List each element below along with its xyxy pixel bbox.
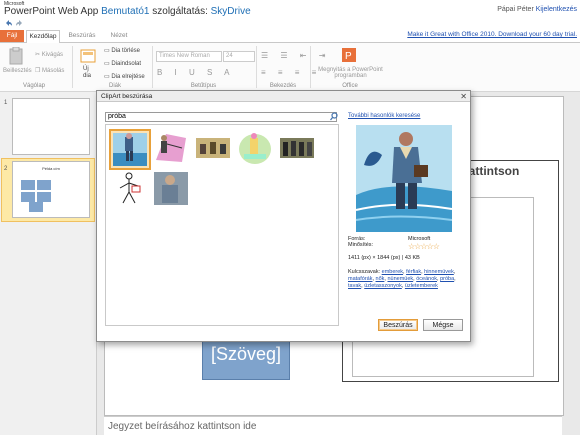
clipart-result-office-worker[interactable] [235, 129, 275, 168]
new-slide-icon[interactable] [80, 48, 96, 64]
signout-link[interactable]: Kijelentkezés [536, 6, 577, 13]
tab-insert[interactable]: Beszúrás [62, 30, 102, 42]
delete-slide-label: Dia törlése [111, 48, 141, 54]
hide-slide-label: Dia elrejtése [111, 74, 145, 80]
keyword-link[interactable]: emberek [382, 269, 403, 275]
rating-stars[interactable]: ☆☆☆☆☆ [408, 242, 440, 251]
copy-label: Másolás [42, 68, 65, 74]
paste-icon[interactable] [8, 47, 24, 65]
keyword-link[interactable]: nők [376, 276, 385, 282]
document-name[interactable]: Bemutató1 [101, 6, 149, 17]
ribbon-divider [256, 46, 257, 88]
new-slide-button[interactable]: Új dia [83, 66, 95, 80]
font-format-buttons[interactable]: B I U S A [157, 68, 234, 77]
office-group-label: Office [342, 83, 358, 89]
tab-home[interactable]: Kezdőlap [26, 30, 60, 43]
clipart-search-input[interactable] [105, 112, 337, 122]
clipboard-group-label: Vágólap [22, 83, 46, 89]
cut-button[interactable]: ✂ Kivágás [35, 51, 63, 58]
tab-file[interactable]: Fájl [0, 30, 24, 42]
clipart-result-group-photo[interactable] [277, 129, 317, 168]
cancel-button[interactable]: Mégse [423, 319, 463, 331]
thumbnail-shape [29, 202, 43, 212]
app-title: PowerPoint Web App Bemutató1 szolgáltatá… [4, 6, 251, 17]
font-name-field[interactable]: Times New Roman [156, 51, 222, 62]
clipart-dialog: ClipArt beszúrása ✕ További hasonlók ker… [96, 90, 471, 342]
keyword-link[interactable]: matafórák [348, 276, 372, 282]
dialog-title: ClipArt beszúrása [97, 91, 470, 102]
font-group-label: Betűtípus [190, 83, 217, 89]
paste-button[interactable]: Beillesztés [3, 68, 32, 74]
keyword-link[interactable]: férfiak [406, 269, 421, 275]
close-icon[interactable]: ✕ [460, 91, 467, 102]
image-size-info: 1411 (px) × 1844 (px) | 43 KB [348, 255, 420, 261]
insert-button[interactable]: Beszúrás [378, 319, 418, 331]
cut-label: Kivágás [41, 52, 64, 58]
keywords-label: Kulcsszavak: [348, 269, 381, 275]
thumbnail-shape [37, 192, 51, 202]
paragraph-group-label: Bekezdés [269, 83, 297, 89]
duplicate-slide-label: Diaindsolat [111, 61, 142, 67]
ribbon-divider [310, 46, 311, 88]
keyword-link[interactable]: nünemüek [387, 276, 413, 282]
keyword-link[interactable]: üzletemberek [405, 283, 438, 289]
thumbnail-shape [21, 192, 35, 202]
slide-thumbnail-2[interactable]: Példa cím [12, 161, 90, 218]
rating-label: Minősítés: [348, 242, 374, 248]
ribbon-divider [152, 46, 153, 88]
clipart-result-businessman-water[interactable] [109, 129, 151, 170]
font-size-field[interactable]: 24 [223, 51, 255, 62]
cut-icon: ✂ [35, 52, 42, 58]
title-bar: Microsoft PowerPoint Web App Bemutató1 s… [0, 0, 580, 18]
list-buttons[interactable]: ☰ ☰ ⇤ ⇥ [261, 51, 330, 60]
copy-button[interactable]: ❐ Másolás [35, 67, 64, 74]
service-prefix: szolgáltatás: [152, 6, 208, 17]
hide-slide-button[interactable]: ▭ Dia elrejtése [104, 73, 145, 80]
keyword-link[interactable]: hinnemüvek [424, 269, 454, 275]
ribbon-divider [72, 46, 73, 88]
clipart-result-worker-photo[interactable] [151, 169, 191, 208]
redo-icon[interactable] [15, 19, 24, 28]
thumbnail-shape [21, 180, 35, 190]
clipart-result-sketch-man[interactable] [109, 169, 149, 208]
svg-text:P: P [345, 51, 352, 62]
find-similar-link[interactable]: További hasonlók keresése [348, 113, 420, 119]
duplicate-slide-button[interactable]: ▭ Diaindsolat [104, 60, 141, 67]
copy-icon: ❐ [35, 68, 43, 74]
service-link[interactable]: SkyDrive [211, 6, 251, 17]
notes-pane[interactable]: Jegyzet beírásához kattintson ide [104, 416, 562, 435]
clipart-result-meeting-photo[interactable] [193, 129, 233, 168]
quick-access-toolbar [0, 18, 580, 30]
ribbon: Beillesztés ✂ Kivágás ❐ Másolás Vágólap … [0, 43, 580, 92]
user-bar: Pápai Péter Kijelentkezés [497, 6, 577, 13]
keyword-link[interactable]: tavak [348, 283, 361, 289]
powerpoint-icon[interactable]: P [341, 47, 357, 63]
keyword-link[interactable]: próba [440, 276, 454, 282]
search-icon[interactable] [330, 112, 338, 121]
clipart-results [105, 124, 339, 326]
slide-thumbnail-1[interactable] [12, 98, 90, 155]
keywords: Kulcsszavak: emberek, férfiak, hinnemüve… [348, 269, 456, 289]
thumbnail-shape [37, 180, 51, 190]
keyword-link[interactable]: üzletasszonyok [364, 283, 402, 289]
user-name: Pápai Péter [497, 6, 534, 13]
thumbnail-title: Példa cím [42, 166, 60, 171]
slide-number: 2 [4, 166, 8, 172]
tab-view[interactable]: Nézet [106, 30, 132, 42]
app-name: PowerPoint Web App [4, 6, 99, 17]
delete-slide-button[interactable]: ▭ Dia törlése [104, 47, 140, 54]
slide-number: 1 [4, 100, 8, 106]
promo-link[interactable]: Make it Great with Office 2010. Download… [407, 31, 577, 38]
undo-icon[interactable] [4, 19, 13, 28]
slides-group-label: Diák [108, 83, 121, 89]
clipart-preview-image [348, 125, 460, 232]
clipart-result-presenter[interactable] [151, 129, 191, 168]
open-in-powerpoint-button[interactable]: Megnyitás a PowerPoint programban [313, 67, 388, 79]
keyword-link[interactable]: óceánok [416, 276, 437, 282]
